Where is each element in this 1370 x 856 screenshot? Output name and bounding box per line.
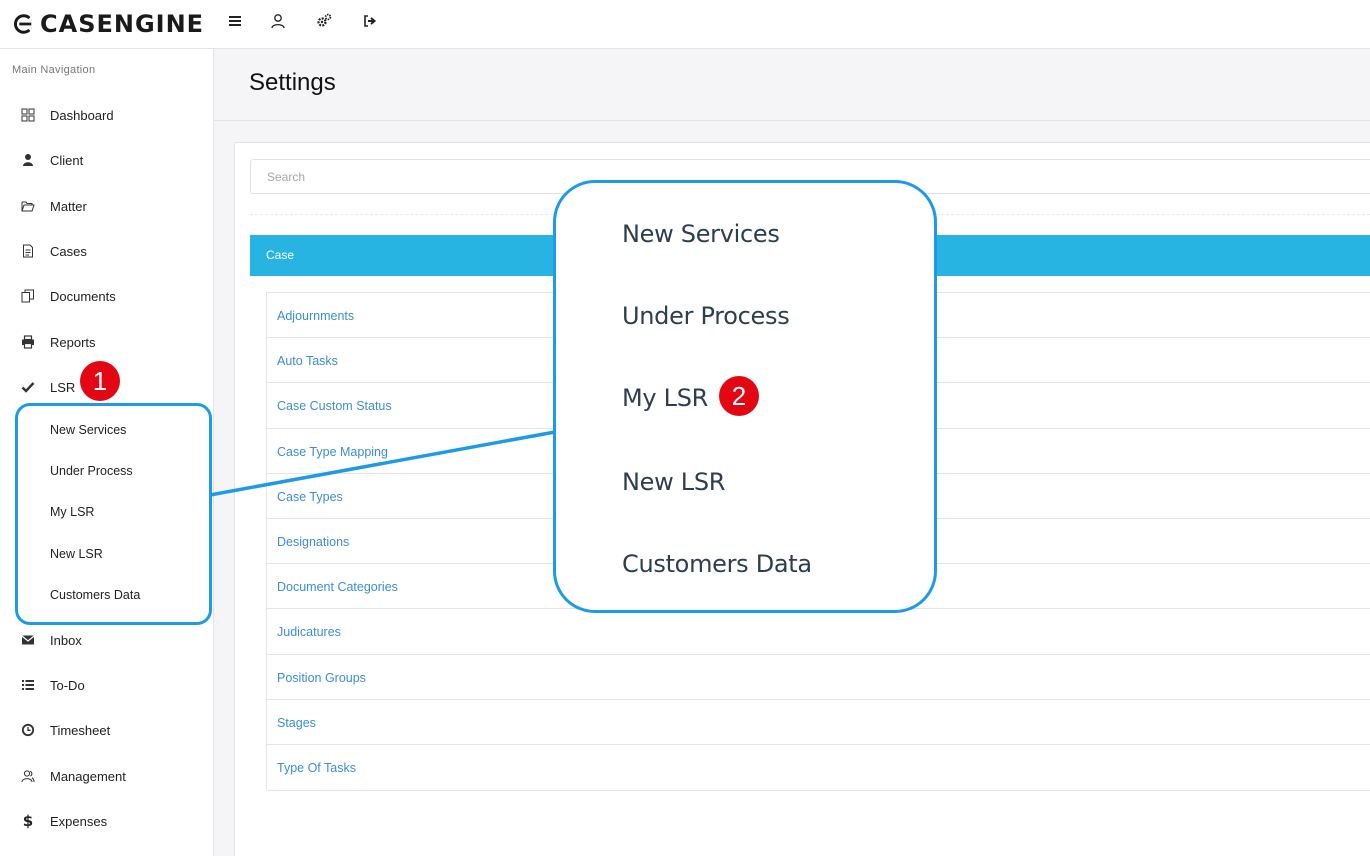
app-window: CASENGINE Main Navigation Dashboard Clie…: [0, 0, 1370, 856]
copy-icon: [20, 288, 36, 304]
user-icon[interactable]: [268, 11, 288, 31]
sidebar-item-label: Expenses: [50, 813, 108, 829]
sidebar-item-label: To-Do: [50, 677, 85, 693]
check-icon: [20, 379, 36, 395]
sidebar-item-documents[interactable]: Documents: [0, 276, 213, 316]
sidebar-item-dashboard[interactable]: Dashboard: [0, 95, 213, 135]
brand-name: CASENGINE: [40, 10, 205, 38]
list-item-position-groups[interactable]: Position Groups: [267, 655, 1370, 700]
sidebar-item-expenses[interactable]: $ Expenses: [0, 801, 213, 841]
zoom-item-new-services: New Services: [622, 220, 780, 248]
sidebar-item-label: Dashboard: [50, 107, 114, 123]
submenu-item-label: Under Process: [50, 464, 133, 478]
sidebar-item-management[interactable]: Management: [0, 756, 213, 796]
settings-link[interactable]: Case Types: [277, 490, 343, 504]
users-icon: [20, 768, 36, 784]
file-text-icon: [20, 243, 36, 259]
list-icon: [20, 677, 36, 693]
logout-icon[interactable]: [360, 11, 380, 31]
user-icon: [20, 152, 36, 168]
sidebar: Main Navigation Dashboard Client Matter …: [0, 49, 214, 856]
settings-gears-icon[interactable]: [314, 11, 334, 31]
zoom-item-my-lsr: My LSR: [622, 384, 709, 412]
sidebar-item-label: LSR: [50, 379, 76, 395]
settings-link[interactable]: Adjournments: [277, 309, 354, 323]
sidebar-item-label: Matter: [50, 198, 87, 214]
grid-icon: [20, 107, 36, 123]
sidebar-item-label: Timesheet: [50, 722, 111, 738]
nav-heading: Main Navigation: [12, 64, 96, 76]
sidebar-item-cases[interactable]: Cases: [0, 231, 213, 271]
list-item-type-of-tasks[interactable]: Type Of Tasks: [267, 745, 1370, 790]
page-title: Settings: [249, 69, 336, 96]
menu-icon[interactable]: [225, 11, 245, 31]
section-title: Case: [266, 248, 295, 262]
title-divider: [214, 120, 1370, 121]
list-item-stages[interactable]: Stages: [267, 700, 1370, 745]
zoom-item-under-process: Under Process: [622, 302, 790, 330]
settings-link[interactable]: Case Custom Status: [277, 399, 392, 413]
settings-link[interactable]: Case Type Mapping: [277, 445, 388, 459]
casengine-logo-icon: [14, 14, 32, 34]
envelope-icon: [20, 632, 36, 648]
submenu-item-new-services[interactable]: New Services: [0, 414, 213, 448]
folder-open-icon: [20, 198, 36, 214]
submenu-item-customers-data[interactable]: Customers Data: [0, 579, 213, 613]
sidebar-item-label: Cases: [50, 243, 87, 259]
top-bar: CASENGINE: [0, 0, 1370, 49]
sidebar-item-label: Client: [50, 152, 84, 168]
sidebar-item-reports[interactable]: Reports: [0, 322, 213, 362]
step-badge-2: 2: [719, 376, 759, 416]
sidebar-item-label: Documents: [50, 288, 116, 304]
step-badge-1: 1: [80, 361, 120, 401]
settings-link[interactable]: Type Of Tasks: [277, 761, 356, 775]
sidebar-item-label: Management: [50, 768, 126, 784]
submenu-item-label: My LSR: [50, 505, 95, 519]
sidebar-item-inbox[interactable]: Inbox: [0, 620, 213, 660]
settings-link[interactable]: Position Groups: [277, 671, 366, 685]
callout-zoom-panel: New Services Under Process My LSR New LS…: [553, 180, 937, 613]
settings-link[interactable]: Document Categories: [277, 580, 398, 594]
submenu-item-label: New Services: [50, 423, 127, 437]
settings-link[interactable]: Designations: [277, 535, 349, 549]
submenu-item-my-lsr[interactable]: My LSR: [0, 496, 213, 530]
sidebar-item-todo[interactable]: To-Do: [0, 665, 213, 705]
printer-icon: [20, 334, 36, 350]
settings-link[interactable]: Auto Tasks: [277, 354, 338, 368]
sidebar-item-label: Reports: [50, 334, 96, 350]
zoom-item-new-lsr: New LSR: [622, 468, 726, 496]
clock-icon: [20, 722, 36, 738]
sidebar-item-client[interactable]: Client: [0, 140, 213, 180]
submenu-item-label: Customers Data: [50, 588, 141, 602]
submenu-item-under-process[interactable]: Under Process: [0, 455, 213, 489]
settings-link[interactable]: Judicatures: [277, 625, 341, 639]
zoom-item-customers-data: Customers Data: [622, 550, 812, 578]
submenu-item-label: New LSR: [50, 547, 103, 561]
sidebar-item-timesheet[interactable]: Timesheet: [0, 710, 213, 750]
dollar-icon: $: [22, 812, 34, 830]
brand-logo[interactable]: CASENGINE: [12, 9, 204, 39]
sidebar-item-matter[interactable]: Matter: [0, 186, 213, 226]
submenu-item-new-lsr[interactable]: New LSR: [0, 538, 213, 572]
settings-link[interactable]: Stages: [277, 716, 316, 730]
list-item-judicatures[interactable]: Judicatures: [267, 609, 1370, 655]
sidebar-item-label: Inbox: [50, 632, 82, 648]
